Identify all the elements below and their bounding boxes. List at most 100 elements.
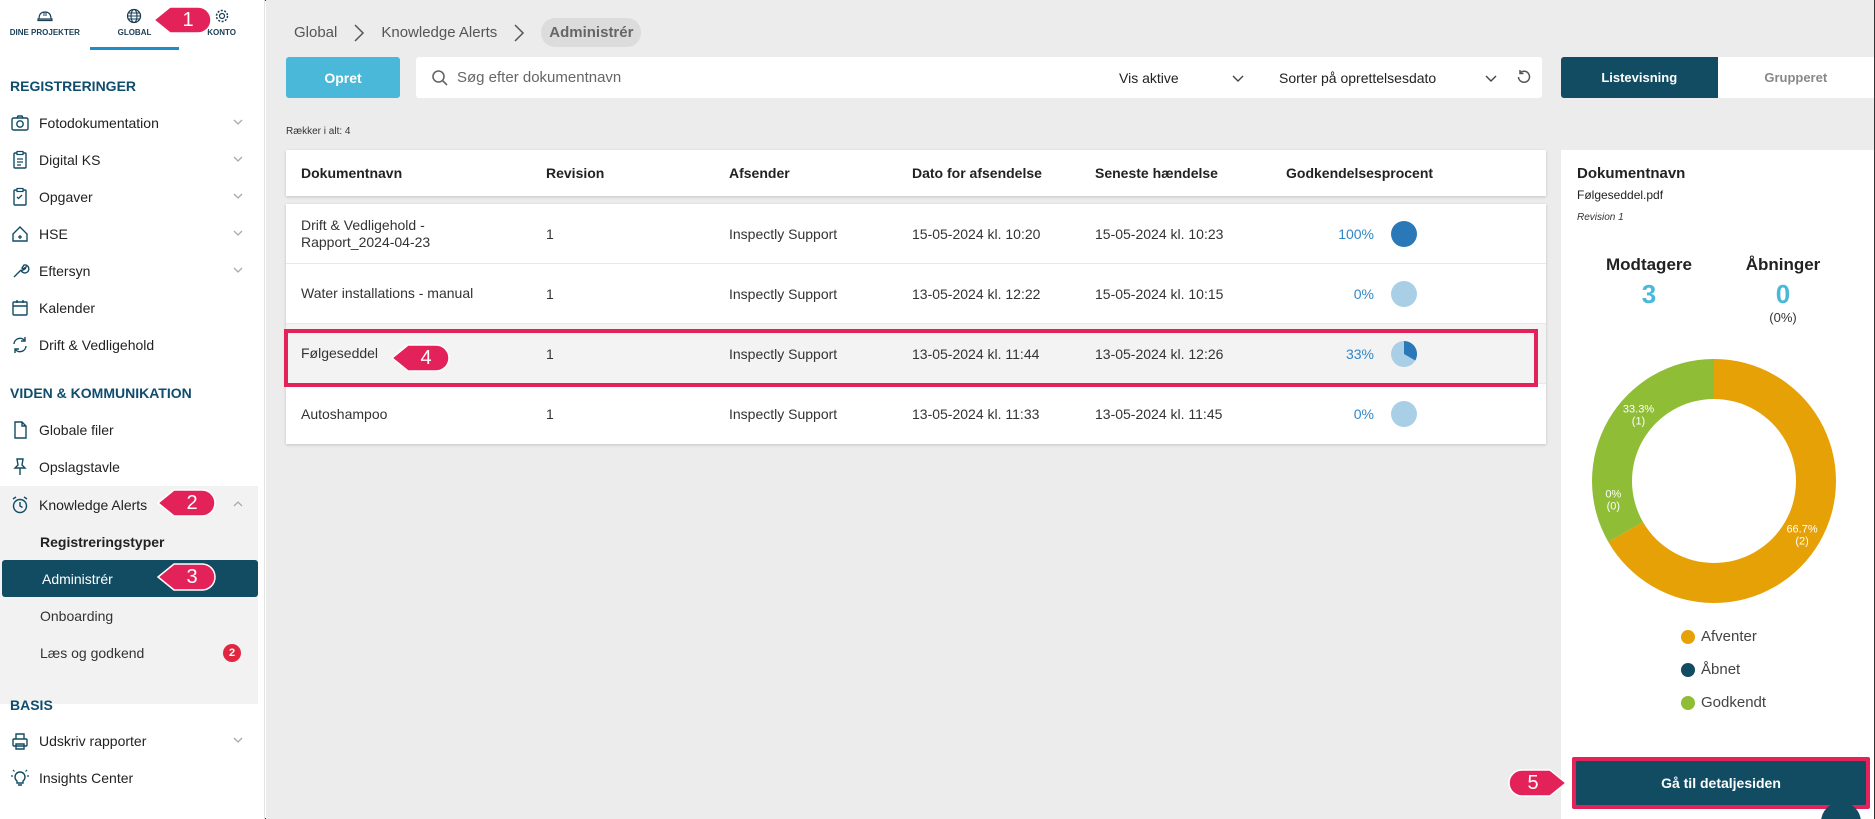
- sidebar-item-digital-ks[interactable]: Digital KS: [0, 141, 258, 178]
- tab-label: GLOBAL: [117, 28, 152, 37]
- sidebar-item-fotodokumentation[interactable]: Fotodokumentation: [0, 104, 258, 141]
- sidebar-item-label: Knowledge Alerts: [39, 496, 148, 513]
- chevron-down-icon: [233, 119, 243, 125]
- sidebar-item-label: Administrér: [42, 570, 113, 587]
- sidebar: DINE PROJEKTER GLOBAL KONTO REGISTRERING…: [0, 0, 265, 819]
- sidebar-item-opgaver[interactable]: Opgaver: [0, 178, 258, 215]
- legend-item: Afventer: [1681, 620, 1766, 653]
- filter-active-select[interactable]: Vis aktive: [1119, 57, 1249, 98]
- opens-percent: (0%): [1769, 310, 1797, 325]
- section-title: VIDEN & KOMMUNIKATION: [10, 385, 192, 401]
- tab-dine-projekter[interactable]: DINE PROJEKTER: [0, 0, 90, 50]
- legend-dot: [1681, 695, 1695, 710]
- table-row[interactable]: Water installations - manual 1 Inspectly…: [286, 264, 1546, 324]
- sort-label: Sorter på oprettelsesdato: [1279, 69, 1437, 86]
- grouped-view-button[interactable]: Grupperet: [1717, 57, 1874, 98]
- search-icon: [432, 69, 448, 86]
- sidebar-item-opslagstavle[interactable]: Opslagstavle: [0, 448, 258, 485]
- legend-label: Åbnet: [1701, 661, 1741, 678]
- col-header-approval[interactable]: Godkendelsesprocent: [1286, 165, 1433, 181]
- cell-sent-date: 13-05-2024 kl. 11:33: [912, 406, 1040, 422]
- sidebar-item-udskriv-rapporter[interactable]: Udskriv rapporter: [0, 722, 258, 759]
- cell-sender: Inspectly Support: [729, 285, 838, 302]
- sidebar-item-label: HSE: [39, 225, 68, 242]
- tab-konto[interactable]: KONTO: [179, 0, 264, 50]
- breadcrumb-global[interactable]: Global: [294, 24, 337, 41]
- sidebar-item-label: Læs og godkend: [40, 644, 145, 661]
- pie-background: [1391, 401, 1417, 427]
- col-header-name[interactable]: Dokumentnavn: [301, 165, 501, 182]
- filter-label: Vis aktive: [1119, 69, 1179, 86]
- col-header-revision[interactable]: Revision: [546, 165, 604, 181]
- table-row-selected[interactable]: Følgeseddel 1 Inspectly Support 13-05-20…: [286, 324, 1546, 384]
- legend-label: Godkendt: [1701, 694, 1767, 711]
- sidebar-item-label: Onboarding: [40, 607, 114, 624]
- notification-badge: 2: [223, 644, 241, 662]
- sidebar-subitem-onboarding[interactable]: Onboarding: [0, 597, 258, 634]
- recipients-label: Modtagere: [1606, 255, 1692, 274]
- cell-sender: Inspectly Support: [729, 225, 838, 242]
- sort-select[interactable]: Sorter på oprettelsesdato: [1279, 57, 1499, 98]
- gear-icon: [215, 9, 228, 23]
- sidebar-item-hse[interactable]: HSE: [0, 215, 258, 252]
- panel-title: Dokumentnavn: [1577, 165, 1686, 182]
- create-button[interactable]: Opret: [286, 57, 400, 98]
- donut-legend: Afventer Åbnet Godkendt: [1681, 620, 1766, 719]
- pie-background: [1391, 280, 1417, 307]
- breadcrumb-knowledge-alerts[interactable]: Knowledge Alerts: [381, 24, 497, 41]
- calendar-icon: [9, 297, 31, 319]
- sidebar-item-knowledge-alerts[interactable]: Knowledge Alerts: [0, 486, 258, 523]
- breadcrumb: Global Knowledge Alerts Administrér: [294, 18, 642, 47]
- sidebar-item-insights-center[interactable]: Insights Center: [0, 759, 258, 796]
- approval-pie-icon: [1391, 401, 1417, 427]
- wrench-icon: [9, 260, 31, 282]
- sidebar-subitem-administrer[interactable]: Administrér: [2, 560, 258, 597]
- cell-approval: 33%: [1345, 345, 1374, 362]
- sidebar-item-globale-filer[interactable]: Globale filer: [0, 411, 258, 448]
- chevron-down-icon: [1232, 75, 1244, 82]
- sidebar-subitem-registreringstyper[interactable]: Registreringstyper: [0, 523, 258, 560]
- sidebar-item-label: Udskriv rapporter: [39, 732, 147, 749]
- tab-label: DINE PROJEKTER: [9, 28, 80, 37]
- sidebar-item-eftersyn[interactable]: Eftersyn: [0, 252, 258, 289]
- search-input[interactable]: [457, 69, 1097, 86]
- pie-background: [1391, 220, 1417, 247]
- reset-icon[interactable]: [1516, 69, 1532, 85]
- recipients-value: 3: [1641, 279, 1657, 309]
- sidebar-subitem-laes-og-godkend[interactable]: Læs og godkend 2: [0, 634, 258, 671]
- refresh-cycle-icon: [9, 334, 31, 356]
- donut-label: (0): [1607, 500, 1620, 512]
- col-header-last-event[interactable]: Seneste hændelse: [1095, 165, 1218, 181]
- tab-global[interactable]: GLOBAL: [89, 0, 180, 50]
- donut-label: 33.3%: [1623, 403, 1654, 415]
- approval-pie-icon: [1391, 280, 1417, 307]
- house-shield-icon: [9, 223, 31, 245]
- go-to-details-button[interactable]: Gå til detaljesiden: [1576, 760, 1866, 806]
- sidebar-item-label: Opslagstavle: [39, 458, 120, 475]
- col-header-sender[interactable]: Afsender: [729, 165, 790, 181]
- chevron-down-icon: [233, 156, 243, 162]
- sidebar-item-kalender[interactable]: Kalender: [0, 289, 258, 326]
- sidebar-item-drift[interactable]: Drift & Vedligehold: [0, 326, 258, 363]
- cell-last-event: 15-05-2024 kl. 10:23: [1095, 225, 1224, 242]
- cell-revision: 1: [546, 345, 554, 362]
- breadcrumb-current: Administrér: [541, 18, 642, 47]
- sidebar-item-label: Globale filer: [39, 421, 114, 438]
- col-header-sent-date[interactable]: Dato for afsendelse: [912, 165, 1042, 181]
- status-donut-chart: 66.7%(2) 0%(0) 33.3%(1): [1592, 359, 1836, 603]
- donut-label: 0%: [1605, 488, 1621, 500]
- donut-segment-godkendt: [1592, 359, 1714, 542]
- legend-label: Afventer: [1701, 628, 1757, 645]
- sidebar-item-label: Digital KS: [39, 151, 101, 168]
- row-count: Rækker i alt: 4: [286, 126, 351, 137]
- table-row[interactable]: Drift & Vedligehold - Rapport_2024-04-23…: [286, 204, 1546, 264]
- donut-label: (2): [1795, 535, 1808, 547]
- approval-pie-icon: [1391, 220, 1417, 247]
- cell-name: Drift & Vedligehold - Rapport_2024-04-23: [301, 216, 431, 250]
- file-icon: [9, 419, 31, 441]
- table-row[interactable]: Autoshampoo 1 Inspectly Support 13-05-20…: [286, 384, 1546, 444]
- list-view-button[interactable]: Listevisning: [1561, 57, 1718, 98]
- cell-revision: 1: [546, 285, 554, 302]
- opens-value: 0: [1775, 279, 1791, 309]
- documents-table: Dokumentnavn Revision Afsender Dato for …: [286, 150, 1546, 444]
